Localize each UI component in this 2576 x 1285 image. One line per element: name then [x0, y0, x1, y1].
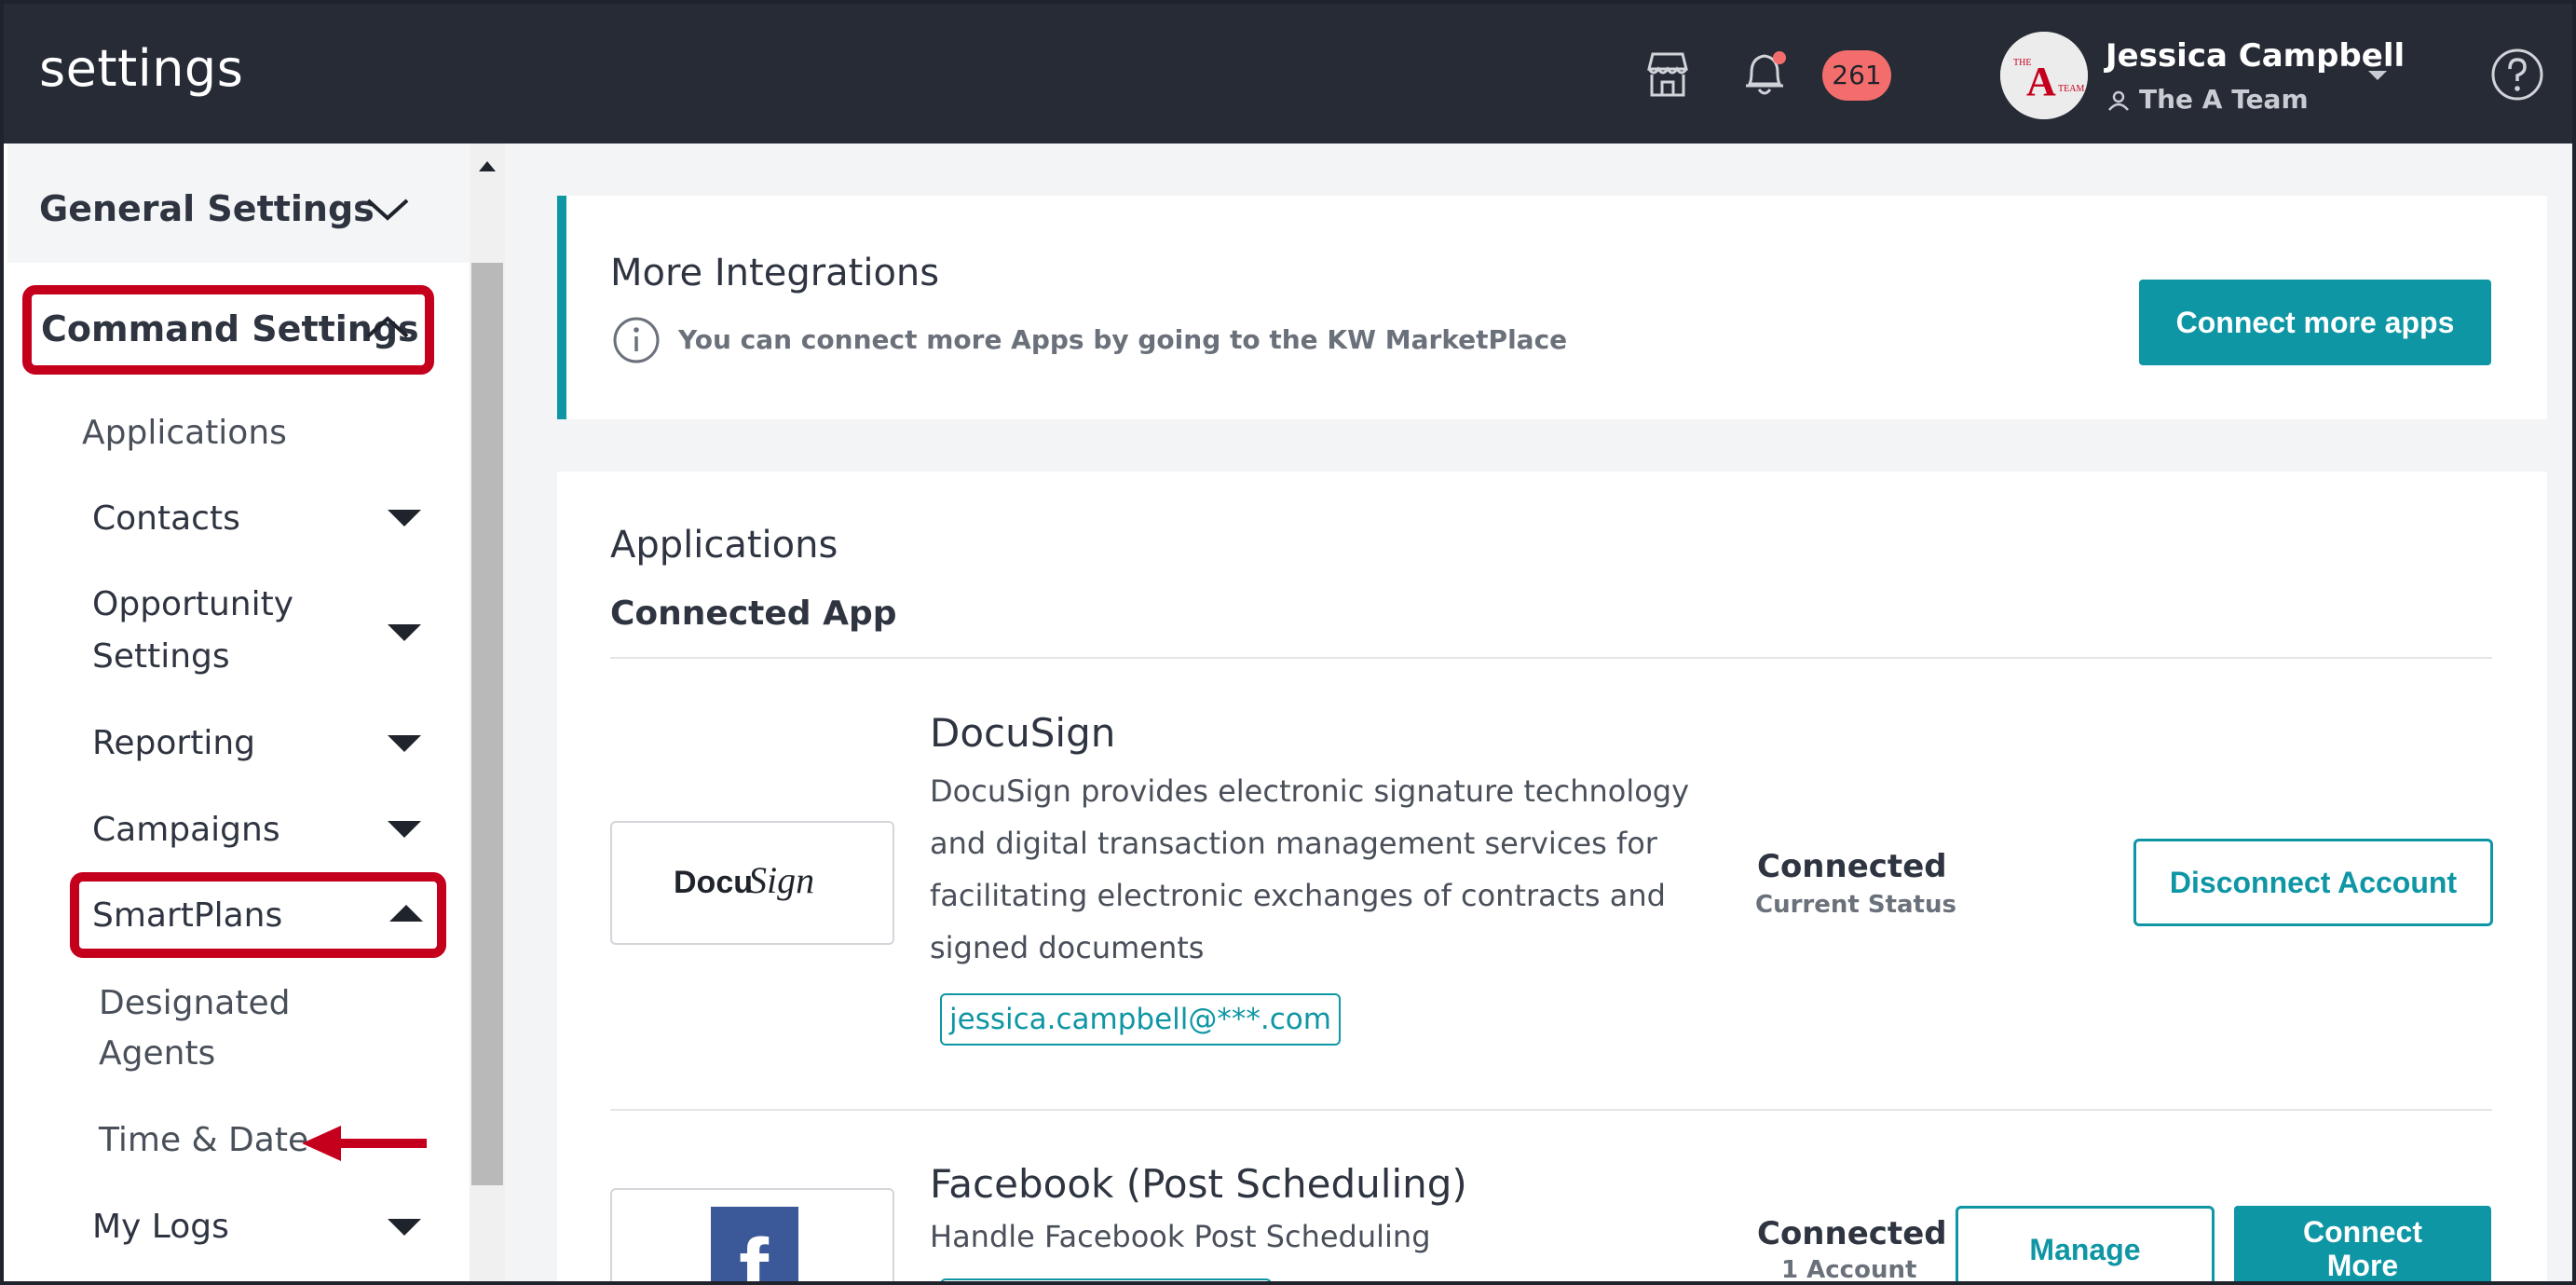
docusign-status: Connected: [1757, 848, 1947, 885]
general-settings-chevron-down-icon[interactable]: [365, 198, 410, 222]
docusign-logo: Docu Sign: [610, 821, 894, 945]
campaigns-caret-down-icon[interactable]: [388, 821, 421, 838]
page-title: settings: [39, 39, 244, 98]
docusign-description-line1: DocuSign provides electronic signature t…: [930, 773, 1690, 809]
docusign-name: DocuSign: [930, 710, 1116, 756]
smartplans-caret-up-icon[interactable]: [389, 905, 423, 922]
docusign-account-tag: jessica.campbell@***.com: [940, 993, 1341, 1046]
connected-app-subtitle: Connected App: [610, 595, 897, 633]
applications-title: Applications: [610, 524, 838, 567]
facebook-account-tag: [940, 1278, 1272, 1281]
facebook-name: Facebook (Post Scheduling): [930, 1161, 1467, 1207]
sidebar-item-designated-line2[interactable]: Agents: [99, 1034, 215, 1073]
sidebar-item-reporting[interactable]: Reporting: [92, 724, 255, 762]
connect-more-label-line2: More: [2326, 1249, 2399, 1282]
sidebar-item-opportunity-line2[interactable]: Settings: [92, 637, 230, 676]
my-logs-caret-down-icon[interactable]: [388, 1219, 421, 1236]
docusign-logo-text-b: Sign: [748, 859, 815, 901]
user-name[interactable]: Jessica Campbell: [2106, 37, 2405, 75]
team-icon: [2108, 90, 2129, 111]
opportunity-caret-down-icon[interactable]: [388, 624, 421, 641]
row-divider: [610, 1109, 2492, 1111]
docusign-description-line2: and digital transaction management servi…: [930, 826, 1657, 861]
command-settings-chevron-up-icon[interactable]: [365, 315, 410, 339]
sidebar-item-command-settings[interactable]: Command Settings: [41, 308, 419, 349]
facebook-description: Handle Facebook Post Scheduling: [930, 1219, 1431, 1254]
team-logo-icon: THE A TEAM: [2000, 32, 2088, 119]
top-header: settings 261 THE A TEAM Jessica Campbell: [4, 4, 2572, 144]
avatar[interactable]: THE A TEAM: [2000, 32, 2088, 119]
docusign-logo-text-a: Docu: [674, 865, 753, 900]
manage-button[interactable]: Manage: [1956, 1206, 2215, 1281]
more-integrations-info: You can connect more Apps by going to th…: [678, 324, 1568, 355]
connect-more-button[interactable]: Connect More: [2234, 1206, 2491, 1282]
sidebar-item-contacts[interactable]: Contacts: [92, 499, 240, 538]
scroll-up-arrow-icon[interactable]: [477, 158, 497, 173]
docusign-status-label: Current Status: [1755, 891, 1956, 919]
sidebar-item-time-date[interactable]: Time & Date: [99, 1121, 308, 1159]
avatar-text-side: TEAM: [2058, 84, 2084, 94]
info-icon: [613, 317, 660, 363]
sidebar-item-smartplans[interactable]: SmartPlans: [92, 896, 282, 935]
sidebar-item-designated-line1[interactable]: Designated: [99, 984, 290, 1022]
user-menu-chevron-down-icon[interactable]: [2366, 69, 2389, 82]
more-integrations-title: More Integrations: [610, 252, 940, 294]
connect-more-label-line1: Connect: [2303, 1215, 2422, 1249]
sidebar-item-campaigns[interactable]: Campaigns: [92, 811, 280, 849]
facebook-status: Connected: [1757, 1215, 1947, 1252]
contacts-caret-down-icon[interactable]: [388, 510, 421, 526]
app-window: settings 261 THE A TEAM Jessica Campbell: [0, 0, 2576, 1285]
help-icon[interactable]: [2489, 47, 2545, 103]
notification-count-badge[interactable]: 261: [1822, 50, 1891, 101]
avatar-text-main: A: [2026, 59, 2056, 104]
section-divider: [610, 657, 2492, 659]
annotation-arrow-left-icon: [302, 1126, 427, 1161]
facebook-logo: f: [610, 1188, 894, 1285]
sidebar-item-applications[interactable]: Applications: [82, 414, 287, 452]
team-name[interactable]: The A Team: [2139, 84, 2309, 115]
store-icon[interactable]: [1643, 48, 1692, 99]
sidebar-item-general-settings[interactable]: General Settings: [39, 188, 375, 229]
sidebar-item-my-logs[interactable]: My Logs: [92, 1208, 229, 1246]
reporting-caret-down-icon[interactable]: [388, 735, 421, 752]
sidebar-scrollbar-thumb[interactable]: [471, 263, 503, 1185]
docusign-description-line4: signed documents: [930, 930, 1205, 965]
facebook-f-icon: f: [711, 1207, 798, 1285]
facebook-f-letter: f: [739, 1221, 769, 1285]
docusign-description-line3: facilitating electronic exchanges of con…: [930, 878, 1666, 913]
connect-more-apps-button[interactable]: Connect more apps: [2139, 280, 2491, 365]
facebook-status-label: 1 Account: [1781, 1256, 1917, 1284]
disconnect-account-button[interactable]: Disconnect Account: [2133, 839, 2493, 926]
sidebar-item-opportunity-line1[interactable]: Opportunity: [92, 585, 293, 623]
bell-icon[interactable]: [1738, 47, 1791, 101]
